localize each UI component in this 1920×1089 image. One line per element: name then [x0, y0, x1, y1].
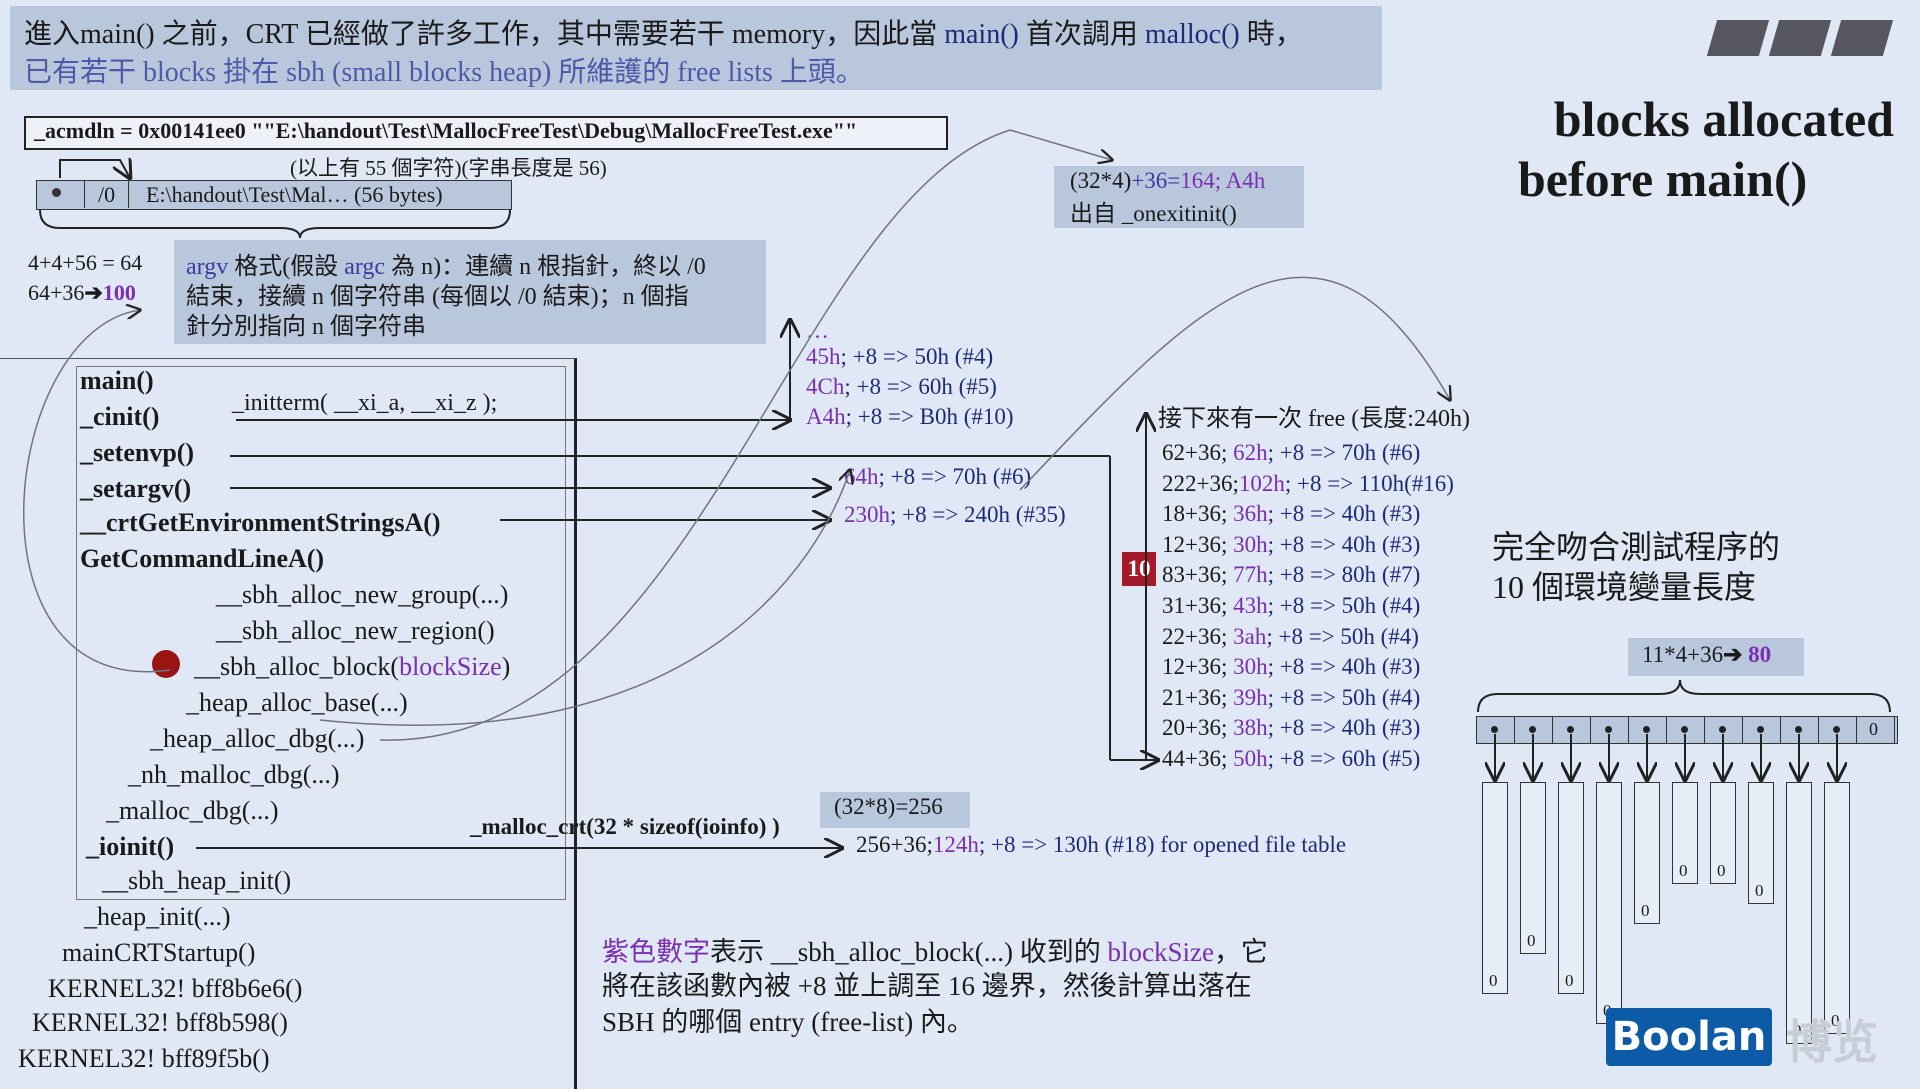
- string-brace: [39, 209, 511, 239]
- onexit-curve: [379, 129, 1112, 741]
- blocksize-curve: [23, 310, 171, 673]
- free-curve: [1019, 276, 1450, 491]
- connector-arrows: [23, 129, 1891, 1080]
- pointer-arrow: [59, 160, 130, 178]
- alloc-curve: [319, 470, 850, 726]
- envp-brace: [1477, 679, 1891, 713]
